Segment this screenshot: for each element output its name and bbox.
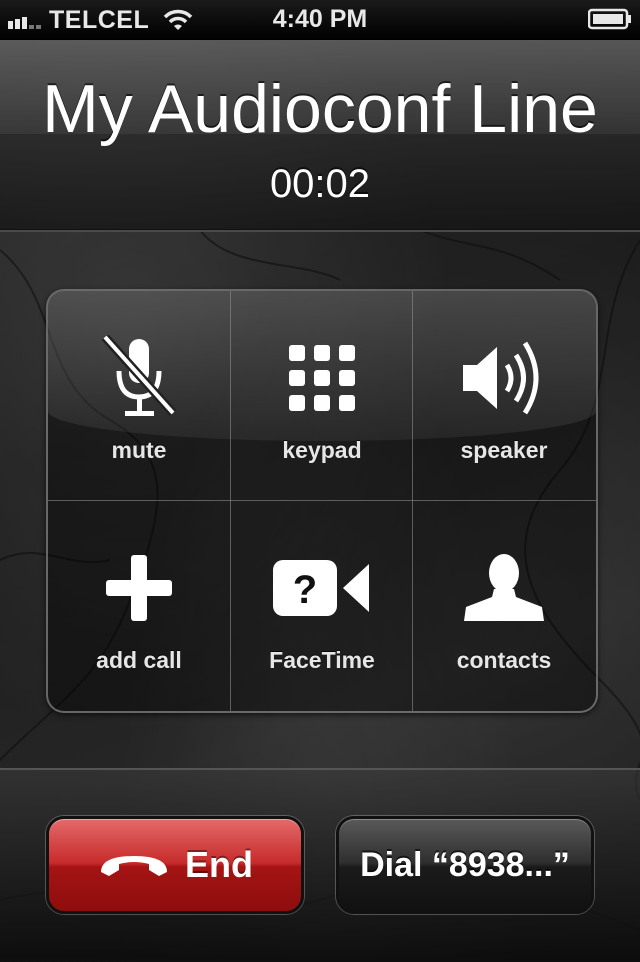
- person-silhouette-icon: [454, 545, 554, 631]
- hang-up-phone-icon: [101, 856, 167, 876]
- mute-microphone-icon: [89, 335, 189, 421]
- mute-button[interactable]: mute: [48, 291, 230, 501]
- facetime-label: FaceTime: [269, 647, 375, 673]
- dial-button[interactable]: Dial “8938...”: [336, 816, 594, 914]
- svg-text:?: ?: [293, 568, 317, 612]
- end-call-label: End: [185, 844, 253, 885]
- call-duration: 00:02: [269, 162, 371, 206]
- call-header: My Audioconf Line 00:02: [0, 40, 640, 232]
- end-call-button[interactable]: End: [46, 816, 304, 914]
- speaker-icon: [454, 335, 554, 421]
- keypad-grid-icon: [272, 335, 372, 421]
- facetime-button[interactable]: ? FaceTime: [231, 501, 413, 711]
- call-controls-panel: mute keypad speaker add call ? FaceTime …: [46, 289, 598, 713]
- battery-icon: [588, 8, 631, 30]
- mute-label: mute: [111, 437, 167, 463]
- add-call-label: add call: [96, 647, 182, 673]
- facetime-camera-icon: ?: [272, 545, 372, 631]
- speaker-button[interactable]: speaker: [413, 291, 595, 501]
- keypad-label: keypad: [282, 437, 362, 463]
- call-title: My Audioconf Line: [42, 71, 598, 147]
- dial-label: Dial “8938...”: [360, 845, 570, 884]
- speaker-label: speaker: [460, 437, 548, 463]
- keypad-button[interactable]: keypad: [231, 291, 413, 501]
- status-time: 4:40 PM: [272, 5, 368, 33]
- add-call-button[interactable]: add call: [48, 501, 230, 711]
- contacts-button[interactable]: contacts: [413, 501, 595, 711]
- status-bar: TELCEL 4:40 PM: [0, 0, 640, 40]
- plus-icon: [89, 545, 189, 631]
- contacts-label: contacts: [456, 647, 552, 673]
